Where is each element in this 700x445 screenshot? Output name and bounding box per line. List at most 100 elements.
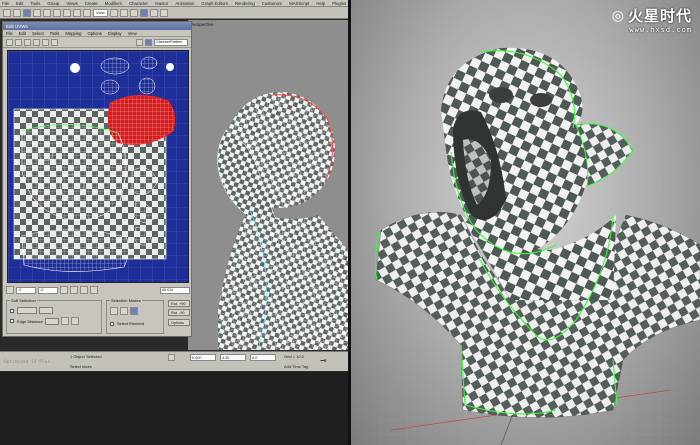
pan-button[interactable] xyxy=(60,286,68,294)
spiral-icon: ◎ xyxy=(611,7,624,23)
menu-item-customize[interactable]: Customize xyxy=(262,1,282,6)
site-logo: ◎ 火星时代 www.hxsd.com xyxy=(612,5,692,34)
version-watermark: Optimized 14 Plus xyxy=(4,360,51,365)
menu-item-views[interactable]: Views xyxy=(66,1,77,6)
map-dropdown[interactable]: CheckerPattern xyxy=(154,38,188,46)
xy-button[interactable] xyxy=(39,307,53,314)
uv-mode-button[interactable] xyxy=(136,38,143,46)
uv-layout xyxy=(8,51,188,282)
main-menubar: File Edit Tools Group Views Create Modifiers Ch… xyxy=(0,0,348,7)
viewport-label: Perspective xyxy=(190,22,214,27)
menu-item-maxscript[interactable]: MAXScript xyxy=(289,1,309,6)
align-button[interactable] xyxy=(129,8,138,17)
undo-button[interactable] xyxy=(3,8,11,17)
uv-editor-canvas[interactable] xyxy=(7,50,189,283)
key-icon[interactable]: ⊸ xyxy=(320,356,327,365)
falloff-linear-button[interactable] xyxy=(71,317,80,325)
render-view: ◎ 火星时代 www.hxsd.com xyxy=(351,0,700,445)
perspective-viewport[interactable]: Perspective xyxy=(188,20,348,351)
uvw-menu-item-mapping[interactable]: Mapping xyxy=(65,31,81,36)
lock-selection-icon[interactable] xyxy=(168,354,175,361)
face-mode-button[interactable] xyxy=(130,307,138,315)
uvw-menu-item-select[interactable]: Select xyxy=(32,31,44,36)
v-coordinate-field[interactable]: -0 xyxy=(38,286,58,294)
uvw-menu-item-tools[interactable]: Tools xyxy=(50,31,60,36)
menu-item-help[interactable]: Help xyxy=(316,1,325,6)
mirror-uv-button[interactable] xyxy=(42,38,49,46)
edit-uvws-dialog: Edit UVWs File Edit Select Tools Mapping Opti… xyxy=(2,21,192,337)
edge-distance-checkbox[interactable] xyxy=(10,319,14,323)
menu-item-rendering[interactable]: Rendering xyxy=(235,1,255,6)
unlink-button[interactable] xyxy=(33,8,41,17)
selection-modes-label: Selection Modes xyxy=(110,298,142,303)
link-button[interactable] xyxy=(23,8,31,17)
select-region-button[interactable] xyxy=(53,8,61,17)
x-field[interactable]: 0.000 xyxy=(190,354,216,361)
uvw-menubar: File Edit Select Tools Mapping Options Display… xyxy=(3,30,191,37)
zoom-region-button[interactable] xyxy=(80,286,88,294)
mirror-button[interactable] xyxy=(119,8,128,17)
select-button[interactable] xyxy=(43,8,51,17)
scale-button[interactable] xyxy=(83,8,91,17)
scale-uv-button[interactable] xyxy=(24,38,31,46)
uvw-menu-item-display[interactable]: Display xyxy=(108,31,122,36)
menu-item-file[interactable]: File xyxy=(2,1,9,6)
move-button[interactable] xyxy=(63,8,71,17)
z-field[interactable]: 0.0 xyxy=(250,354,276,361)
selection-panel: Soft Selection Edge Distance Selection M… xyxy=(6,297,190,335)
uvw-menu-item-view[interactable]: View xyxy=(128,31,137,36)
menu-item-tools[interactable]: Tools xyxy=(30,1,40,6)
menu-item-create[interactable]: Create xyxy=(85,1,98,6)
checker-creature-render xyxy=(371,47,700,445)
menu-item-plugins[interactable]: Plugins xyxy=(332,1,346,6)
grid-status: Grid = 10.0 xyxy=(284,354,304,359)
edge-distance-field[interactable] xyxy=(45,317,60,325)
y-field[interactable]: 4.32 xyxy=(220,354,246,361)
menu-item-reactor[interactable]: reactor xyxy=(155,1,168,6)
uvw-toolbar: CheckerPattern xyxy=(3,37,191,48)
move-uv-button[interactable] xyxy=(6,38,13,46)
falloff-field[interactable] xyxy=(17,307,37,314)
render-button[interactable] xyxy=(149,8,158,17)
vertex-mode-button[interactable] xyxy=(110,307,118,315)
uvw-menu-item-file[interactable]: File xyxy=(6,31,13,36)
lock-icon[interactable] xyxy=(6,286,14,294)
menu-item-character[interactable]: Character xyxy=(129,1,148,6)
prompt-status: Select faces xyxy=(70,364,92,369)
rotate-plus-90-button[interactable]: Rot. +90 xyxy=(168,300,190,307)
uvw-menu-item-edit[interactable]: Edit xyxy=(19,31,26,36)
checker-icon[interactable] xyxy=(145,38,152,46)
uvw-menu-item-options[interactable]: Options xyxy=(87,31,101,36)
menu-item-graph-editors[interactable]: Graph Editors xyxy=(201,1,228,6)
select-element-checkbox[interactable] xyxy=(110,321,114,326)
rotate-minus-90-button[interactable]: Rot. -90 xyxy=(168,309,190,316)
ids-dropdown[interactable]: All IDs xyxy=(160,286,190,294)
rotate-uv-button[interactable] xyxy=(15,38,22,46)
selection-modes-group: Selection Modes Select Element xyxy=(106,298,164,334)
u-coordinate-field[interactable]: -0 xyxy=(16,286,36,294)
show-map-button[interactable] xyxy=(51,38,58,46)
soft-selection-group: Soft Selection Edge Distance xyxy=(6,298,102,334)
edge-mode-button[interactable] xyxy=(120,307,128,315)
status-bar: 1 Object Selected Select faces 0.000 4.3… xyxy=(0,351,348,371)
reference-coord-dropdown[interactable]: View xyxy=(93,8,108,17)
bottom-area xyxy=(0,372,348,445)
pivot-button[interactable] xyxy=(109,8,118,17)
menu-item-edit[interactable]: Edit xyxy=(16,1,23,6)
select-element-label: Select Element xyxy=(117,321,144,326)
zoom-extents-button[interactable] xyxy=(90,286,98,294)
soft-sel-checkbox[interactable] xyxy=(10,308,14,313)
add-time-tag[interactable]: Add Time Tag xyxy=(284,364,308,369)
material-editor-button[interactable] xyxy=(139,8,148,17)
max-window: File Edit Tools Group Views Create Modifiers Ch… xyxy=(0,0,348,445)
falloff-curve-button[interactable] xyxy=(61,317,70,325)
menu-item-animation[interactable]: Animation xyxy=(175,1,194,6)
menu-item-modifiers[interactable]: Modifiers xyxy=(105,1,122,6)
menu-item-group[interactable]: Group xyxy=(47,1,59,6)
rotate-button[interactable] xyxy=(73,8,81,17)
quick-render-button[interactable] xyxy=(159,8,168,17)
zoom-button[interactable] xyxy=(70,286,78,294)
redo-button[interactable] xyxy=(13,8,21,17)
options-button[interactable]: Options xyxy=(168,319,190,326)
freeform-button[interactable] xyxy=(33,38,40,46)
